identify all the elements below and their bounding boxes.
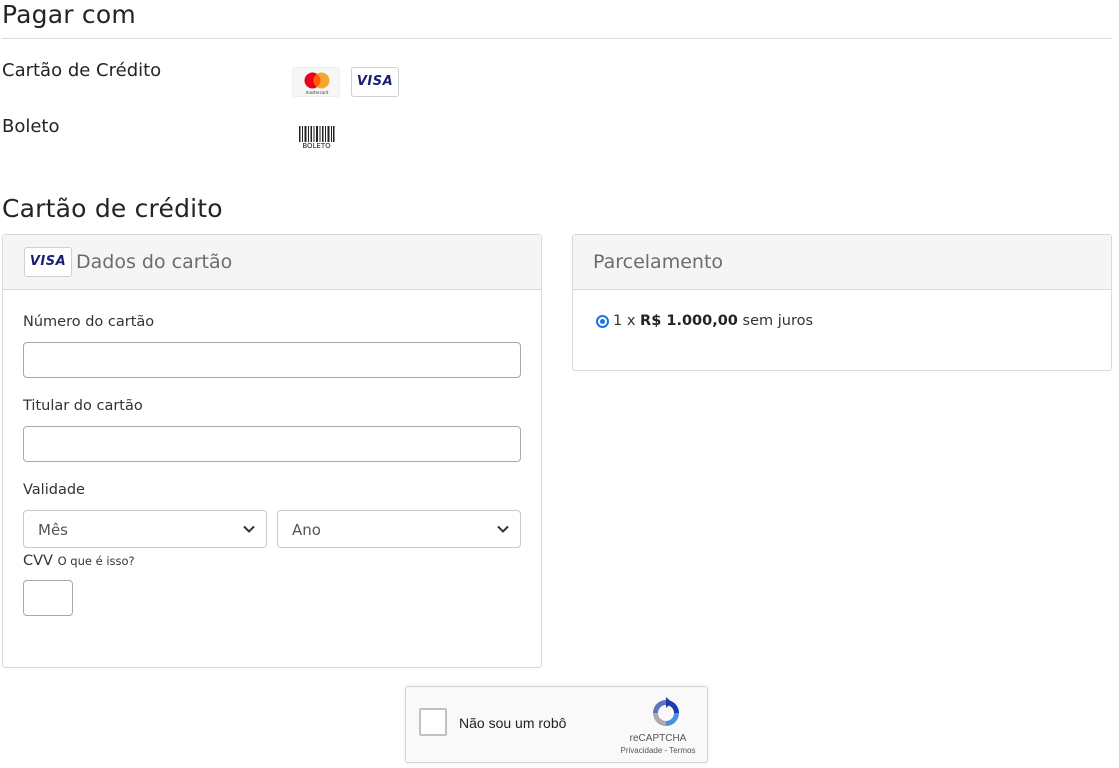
payment-option-boleto[interactable]: Boleto [2, 116, 60, 137]
credit-card-section-title: Cartão de crédito [2, 194, 223, 223]
visa-wordmark: VISA [356, 74, 394, 89]
installment-option-label[interactable]: 1 x R$ 1.000,00 sem juros [613, 313, 813, 329]
recaptcha-privacy-link[interactable]: Privacidade [620, 746, 662, 755]
installment-radio-1x[interactable] [596, 315, 609, 328]
boleto-wordmark: BOLETO [298, 142, 335, 150]
month-select[interactable]: Mês [23, 510, 267, 548]
payment-option-credit-card[interactable]: Cartão de Crédito [2, 60, 161, 81]
installments-panel-header: Parcelamento [573, 235, 1111, 290]
visa-wordmark: VISA [29, 254, 67, 269]
boleto-logo[interactable]: BOLETO [298, 126, 335, 152]
title-divider [2, 38, 1112, 39]
cvv-help-link[interactable]: O que é isso? [58, 554, 135, 568]
card-number-label: Número do cartão [23, 314, 155, 330]
cvv-input[interactable] [23, 580, 73, 616]
mastercard-logo[interactable]: mastercard [292, 67, 340, 97]
recaptcha-widget: Não sou um robô reCAPTCHA Privacidade - … [405, 686, 708, 763]
cvv-label-row: CVV O que é isso? [23, 553, 135, 569]
card-data-panel-header: VISA Dados do cartão [3, 235, 541, 290]
installment-suffix: sem juros [742, 313, 814, 329]
recaptcha-checkbox[interactable] [419, 708, 447, 736]
recaptcha-brand: reCAPTCHA [629, 733, 687, 744]
year-select[interactable]: Ano [277, 510, 521, 548]
visa-logo[interactable]: VISA [351, 67, 399, 97]
mastercard-wordmark: mastercard [305, 90, 329, 95]
pay-with-title: Pagar com [2, 0, 136, 29]
visa-logo: VISA [24, 247, 72, 277]
chevron-down-icon [243, 525, 255, 533]
recaptcha-links-separator: - [664, 746, 668, 755]
card-number-input[interactable] [23, 342, 521, 378]
installment-amount: R$ 1.000,00 [640, 313, 738, 329]
year-select-value: Ano [292, 521, 321, 539]
installments-panel: Parcelamento 1 x R$ 1.000,00 sem juros [572, 234, 1112, 371]
card-holder-label: Titular do cartão [23, 398, 143, 414]
recaptcha-terms-link[interactable]: Termos [669, 746, 695, 755]
card-data-panel-title: Dados do cartão [76, 251, 233, 273]
month-select-value: Mês [38, 521, 68, 539]
validity-label: Validade [23, 482, 85, 498]
installment-times: x [626, 313, 636, 329]
card-data-panel: VISA Dados do cartão Número do cartão Ti… [2, 234, 542, 668]
cvv-label: CVV [23, 553, 53, 569]
card-holder-input[interactable] [23, 426, 521, 462]
recaptcha-links: Privacidade - Termos [606, 746, 710, 755]
installment-count: 1 [613, 313, 623, 329]
recaptcha-label: Não sou um robô [459, 715, 567, 731]
chevron-down-icon [497, 525, 509, 533]
recaptcha-logo-icon [653, 697, 679, 726]
installments-panel-title: Parcelamento [593, 251, 724, 273]
